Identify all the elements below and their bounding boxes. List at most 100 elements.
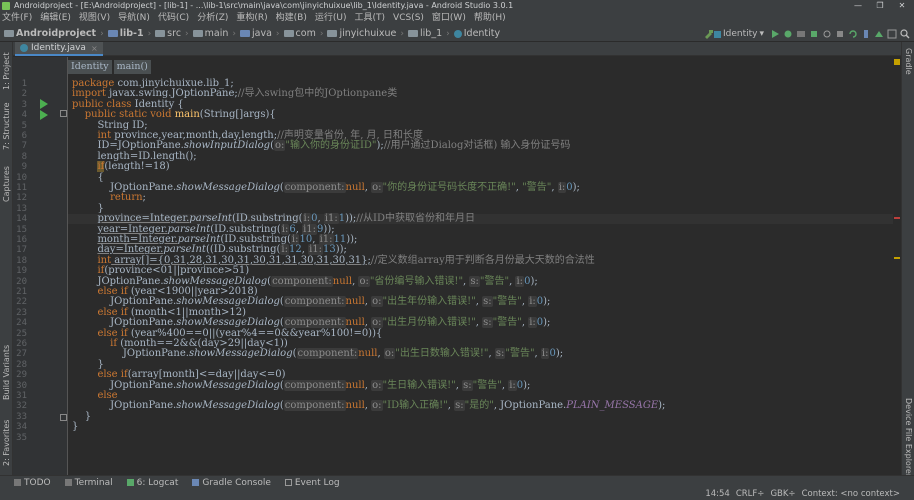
profile-icon[interactable] — [796, 29, 806, 39]
caret-position[interactable]: 14:54 — [705, 489, 730, 500]
avd-manager-icon[interactable] — [861, 29, 871, 39]
warning-marker[interactable] — [894, 257, 900, 259]
code-line: JOptionPane.showMessageDialog(component:… — [110, 182, 580, 193]
fold-marker-icon[interactable] — [60, 110, 67, 117]
minimize-button[interactable]: — — [848, 0, 868, 11]
coverage-icon[interactable] — [809, 29, 819, 39]
tab-label: Identity.java — [31, 43, 86, 53]
breadcrumb-com[interactable]: com — [283, 28, 316, 39]
menu-edit[interactable]: 编辑(E) — [40, 11, 71, 26]
file-encoding[interactable]: GBK÷ — [770, 489, 795, 500]
line-number: 35 — [16, 432, 27, 443]
menu-analyze[interactable]: 分析(Z) — [197, 11, 228, 26]
breadcrumb-java[interactable]: java — [240, 28, 272, 39]
gradle-tool-button[interactable]: Gradle — [904, 48, 913, 75]
run-main-icon[interactable] — [40, 110, 48, 120]
breadcrumb-project[interactable]: Androidproject — [4, 28, 96, 39]
gradle-console-tool-button[interactable]: Gradle Console — [192, 478, 271, 488]
stop-icon[interactable] — [835, 29, 845, 39]
chevron-right-icon: › — [147, 28, 152, 39]
breadcrumb-label: lib-1 — [119, 28, 144, 39]
menu-help[interactable]: 帮助(H) — [474, 11, 506, 26]
error-marker[interactable] — [894, 217, 900, 219]
right-tool-window-strip: Gradle Device File Explorer — [901, 42, 914, 477]
menu-build[interactable]: 构建(B) — [276, 11, 307, 26]
code-crumb-method[interactable]: main() — [113, 60, 151, 74]
chevron-right-icon: › — [275, 28, 280, 39]
menu-refactor[interactable]: 重构(R) — [236, 11, 267, 26]
hammer-icon[interactable] — [704, 29, 714, 39]
debug-icon[interactable] — [783, 29, 793, 39]
configuration-icon — [713, 30, 721, 38]
editor-tab-identity[interactable]: Identity.java × — [15, 42, 103, 56]
structure-tool-button[interactable]: 7: Structure — [2, 102, 11, 150]
menu-file[interactable]: 文件(F) — [2, 11, 32, 26]
chevron-right-icon: › — [400, 28, 405, 39]
menu-bar: 文件(F) 编辑(E) 视图(V) 导航(N) 代码(C) 分析(Z) 重构(R… — [0, 11, 914, 26]
run-icon[interactable] — [770, 29, 780, 39]
menu-view[interactable]: 视图(V) — [79, 11, 110, 26]
breadcrumb-main[interactable]: main — [192, 28, 229, 39]
terminal-icon — [64, 479, 72, 486]
menu-vcs[interactable]: VCS(S) — [393, 11, 424, 26]
breadcrumb-jinyichuixue[interactable]: jinyichuixue — [327, 28, 396, 39]
breadcrumb-label: com — [295, 28, 316, 39]
module-folder-icon — [107, 30, 118, 37]
menu-code[interactable]: 代码(C) — [158, 11, 189, 26]
run-class-icon[interactable] — [40, 99, 48, 109]
line-number: 6 — [21, 131, 27, 141]
breadcrumb-identity[interactable]: Identity — [453, 28, 500, 39]
search-icon[interactable] — [900, 29, 910, 39]
logcat-tool-button[interactable]: 6: Logcat — [126, 478, 178, 488]
terminal-tool-button[interactable]: Terminal — [64, 478, 113, 488]
breadcrumb-lib1[interactable]: lib_1 — [408, 28, 442, 39]
line-number: 15 — [16, 224, 27, 235]
line-number: 11 — [16, 183, 27, 193]
code-crumb-class[interactable]: Identity — [68, 60, 112, 74]
breadcrumb-label: jinyichuixue — [339, 28, 397, 39]
error-stripe[interactable] — [893, 57, 901, 475]
close-window-button[interactable]: ✕ — [892, 0, 912, 11]
inspection-status-icon[interactable] — [894, 59, 900, 65]
source-folder-icon — [240, 30, 251, 37]
run-configuration-selector[interactable]: Identity ▾ — [713, 29, 764, 39]
event-log-tool-button[interactable]: Event Log — [284, 478, 340, 488]
captures-tool-button[interactable]: Captures — [2, 166, 11, 202]
class-icon — [20, 44, 28, 52]
project-structure-icon[interactable] — [887, 29, 897, 39]
editor-tab-bar: Identity.java × — [13, 42, 901, 56]
sdk-manager-icon[interactable] — [874, 29, 884, 39]
line-number: 3 — [21, 99, 27, 110]
breadcrumb-label: main — [204, 28, 229, 39]
line-number: 13 — [16, 203, 27, 214]
chevron-right-icon: › — [100, 28, 104, 39]
menu-navigate[interactable]: 导航(N) — [118, 11, 150, 26]
line-number: 17 — [16, 245, 27, 256]
maximize-button[interactable]: ❐ — [870, 0, 890, 11]
chevron-right-icon: › — [185, 28, 189, 39]
attach-debugger-icon[interactable] — [822, 29, 832, 39]
device-file-explorer-button[interactable]: Device File Explorer — [904, 398, 913, 477]
android-studio-icon — [2, 2, 10, 10]
menu-window[interactable]: 窗口(W) — [432, 11, 466, 26]
close-tab-icon[interactable]: × — [91, 44, 98, 53]
fold-marker-icon[interactable] — [60, 414, 67, 421]
menu-tools[interactable]: 工具(T) — [355, 11, 386, 26]
breadcrumb-module[interactable]: lib-1 — [107, 28, 144, 39]
project-tool-button[interactable]: 1: Project — [2, 52, 11, 90]
todo-tool-button[interactable]: TODO — [14, 478, 51, 488]
line-number: 30 — [16, 380, 27, 391]
build-variants-tool-button[interactable]: Build Variants — [2, 345, 11, 400]
sync-icon[interactable] — [848, 29, 858, 39]
favorites-tool-button[interactable]: 2: Favorites — [2, 420, 11, 466]
main-toolbar: Identity ▾ — [701, 27, 910, 41]
context-indicator[interactable]: Context: <no context> — [802, 489, 900, 500]
menu-run[interactable]: 运行(U) — [315, 11, 347, 26]
class-icon — [453, 29, 462, 38]
line-number: 34 — [16, 422, 27, 433]
breadcrumb-src[interactable]: src — [155, 28, 181, 39]
line-separator[interactable]: CRLF÷ — [736, 489, 765, 500]
speech-bubble-icon — [284, 479, 292, 486]
line-number: 5 — [21, 120, 27, 131]
breadcrumb-label: java — [252, 28, 272, 39]
